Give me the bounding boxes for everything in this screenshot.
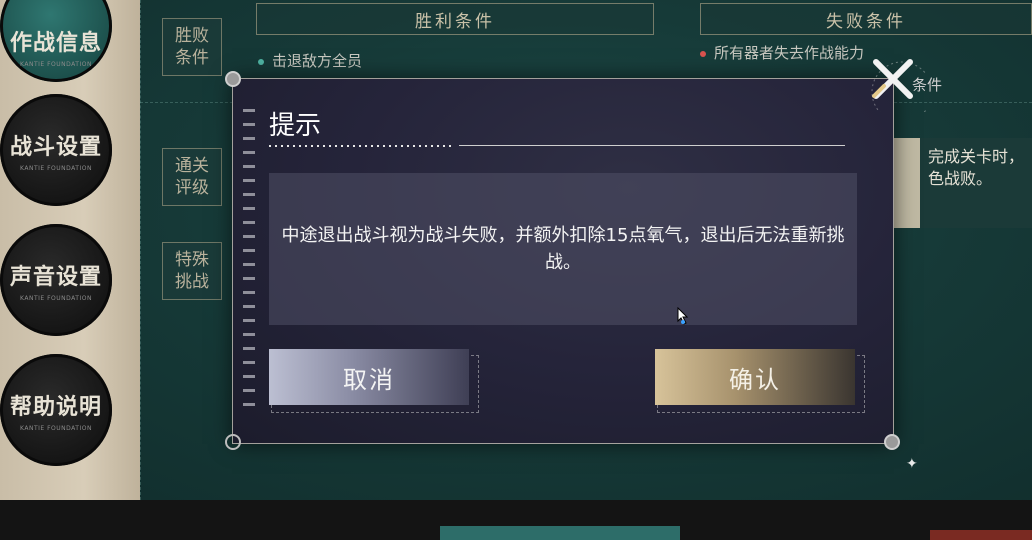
dialog-corner-decoration: [225, 71, 241, 87]
menu-item-sub: KANTIE FOUNDATION: [20, 294, 92, 302]
menu-item-label: 帮助说明: [9, 393, 102, 420]
menu-item-sound-settings[interactable]: 声音设置 KANTIE FOUNDATION: [0, 224, 112, 336]
dialog-title: 提示: [269, 111, 322, 141]
cancel-button[interactable]: 取消: [269, 349, 469, 405]
defeat-conditions-header: 失败条件: [700, 3, 1032, 35]
side-menu: 作战信息 KANTIE FOUNDATION 战斗设置 KANTIE FOUND…: [0, 0, 140, 500]
defeat-condition-item: 所有器者失去作战能力: [700, 42, 864, 63]
menu-item-battle-settings[interactable]: 战斗设置 KANTIE FOUNDATION: [0, 94, 112, 206]
bullet-icon: [258, 58, 264, 65]
menu-item-battle-info[interactable]: 作战信息 KANTIE FOUNDATION: [0, 0, 112, 82]
category-rating[interactable]: 通关评级: [162, 148, 222, 206]
sparkle-icon: ✦: [906, 456, 918, 472]
victory-conditions-header: 胜利条件: [256, 3, 654, 35]
cursor-icon: [677, 307, 689, 325]
close-icon: [871, 59, 933, 123]
close-button[interactable]: [862, 52, 933, 123]
dialog-corner-decoration: [884, 434, 900, 450]
menu-item-label: 声音设置: [9, 263, 102, 290]
bottom-tab[interactable]: [440, 526, 680, 540]
menu-item-label: 作战信息: [9, 29, 102, 56]
category-special-challenge[interactable]: 特殊挑战: [162, 242, 222, 300]
dialog-corner-decoration: [225, 434, 241, 450]
dialog-message: 中途退出战斗视为战斗失败，并额外扣除15点氧气，退出后无法重新挑战。: [281, 225, 845, 273]
title-divider: [269, 145, 845, 147]
confirm-button[interactable]: 确认: [655, 349, 855, 405]
bottom-tab[interactable]: [930, 530, 1032, 540]
bullet-icon: [700, 50, 706, 57]
menu-item-sub: KANTIE FOUNDATION: [20, 60, 92, 68]
category-win-lose[interactable]: 胜败条件: [162, 18, 222, 76]
dialog-ruler-decoration: [243, 109, 255, 429]
dialog-message-box: 中途退出战斗视为战斗失败，并额外扣除15点氧气，退出后无法重新挑战。: [269, 173, 857, 325]
bottom-bar: [0, 500, 1032, 540]
menu-item-sub: KANTIE FOUNDATION: [20, 424, 92, 432]
menu-item-help[interactable]: 帮助说明 KANTIE FOUNDATION: [0, 354, 112, 466]
menu-item-label: 战斗设置: [9, 133, 102, 160]
confirm-exit-dialog: 提示 中途退出战斗视为战斗失败，并额外扣除15点氧气，退出后无法重新挑战。 取消…: [232, 78, 894, 444]
panel-divider: [140, 0, 142, 500]
victory-condition-item: 击退敌方全员: [258, 50, 362, 71]
menu-item-sub: KANTIE FOUNDATION: [20, 164, 92, 172]
rating-description: 完成关卡时，色战败。: [928, 147, 1025, 188]
